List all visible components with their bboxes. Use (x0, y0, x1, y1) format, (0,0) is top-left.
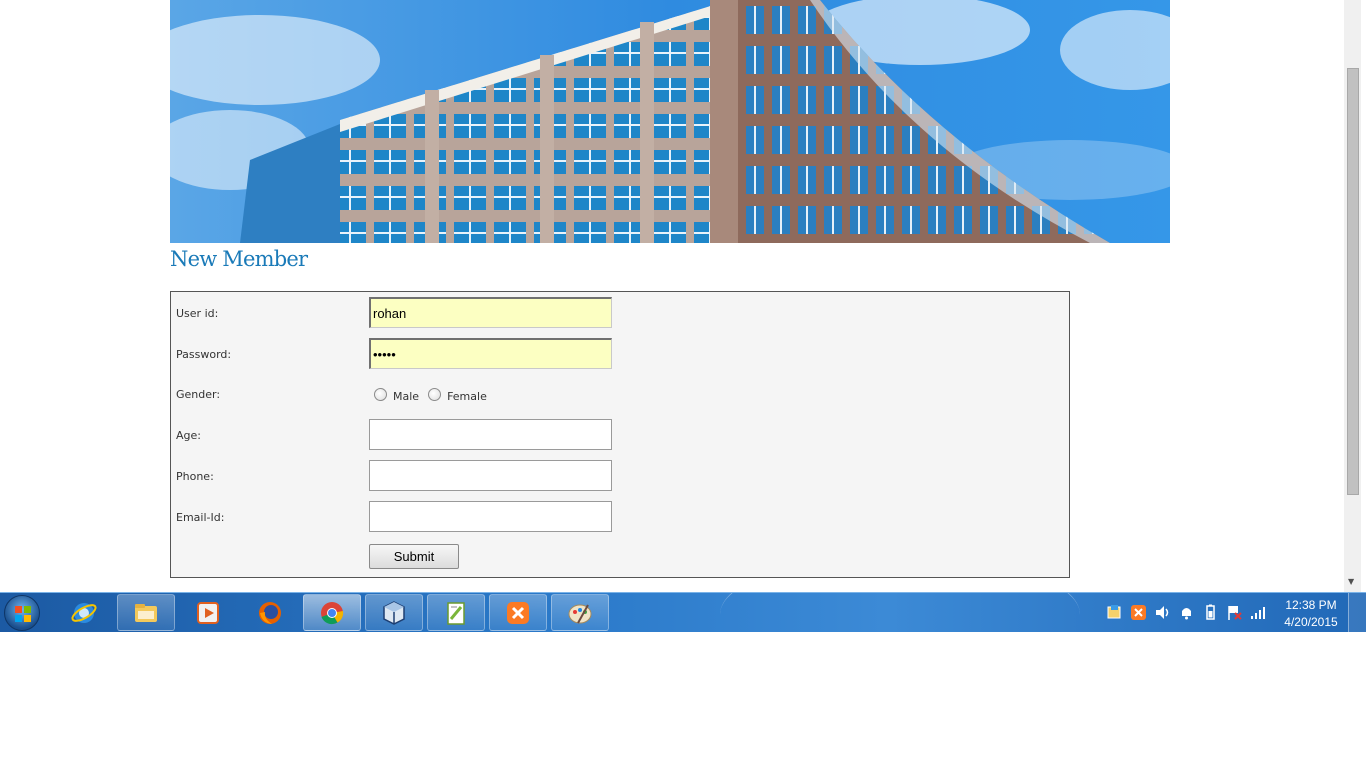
browser-viewport: New Member User id: Password: Gender: Ma… (0, 0, 1366, 592)
new-member-form: User id: Password: Gender: Male Female A… (170, 291, 1070, 578)
xampp-icon (507, 601, 529, 624)
windows-taskbar: 12:38 PM 4/20/2015 (0, 592, 1366, 632)
age-input[interactable] (369, 419, 612, 450)
xampp-tray-icon[interactable] (1129, 603, 1148, 622)
page-title: New Member (170, 247, 308, 271)
internet-explorer-icon (71, 602, 97, 623)
taskbar-xampp[interactable] (489, 594, 547, 631)
gender-male-label: Male (393, 390, 420, 403)
battery-icon[interactable] (1201, 603, 1220, 622)
page-scrollbar[interactable]: ▼ (1344, 0, 1361, 592)
gender-female-radio[interactable] (428, 388, 442, 401)
user-id-label: User id: (176, 307, 219, 320)
password-input[interactable] (369, 338, 612, 369)
clock-time: 12:38 PM (1285, 598, 1337, 612)
taskbar-media-player[interactable] (179, 594, 237, 631)
network-signal-icon[interactable] (1249, 603, 1268, 622)
gender-female-label: Female (447, 390, 487, 403)
volume-icon[interactable] (1153, 603, 1172, 622)
notification-bell-icon[interactable] (1177, 603, 1196, 622)
show-desktop-button[interactable] (1348, 593, 1366, 632)
email-input[interactable] (369, 501, 612, 532)
windows-logo-icon (15, 606, 31, 622)
taskbar-firefox[interactable] (241, 594, 299, 631)
action-center-icon[interactable] (1105, 603, 1124, 622)
taskbar-file-explorer[interactable] (117, 594, 175, 631)
paint-icon (568, 604, 592, 623)
taskbar-internet-explorer[interactable] (55, 594, 113, 631)
user-id-input[interactable] (369, 297, 612, 328)
file-explorer-icon (135, 603, 157, 622)
virtualbox-icon (383, 600, 405, 625)
notepad-plus-plus-icon (447, 601, 465, 625)
scrollbar-thumb[interactable] (1347, 68, 1359, 495)
gender-label: Gender: (176, 388, 221, 401)
phone-input[interactable] (369, 460, 612, 491)
taskbar-chrome[interactable] (303, 594, 361, 631)
gender-male-radio[interactable] (374, 388, 387, 401)
system-tray (1105, 603, 1268, 622)
flag-alert-icon[interactable] (1225, 603, 1244, 622)
age-label: Age: (176, 429, 201, 442)
clock-date: 4/20/2015 (1284, 615, 1338, 629)
email-label: Email-Id: (176, 511, 225, 524)
taskbar-paint[interactable] (551, 594, 609, 631)
phone-label: Phone: (176, 470, 214, 483)
start-button[interactable] (4, 595, 40, 631)
password-label: Password: (176, 348, 232, 361)
taskbar-clock[interactable]: 12:38 PM 4/20/2015 (1278, 597, 1344, 631)
taskbar-notepad-plus-plus[interactable] (427, 594, 485, 631)
taskbar-virtualbox[interactable] (365, 594, 423, 631)
scroll-down-arrow-icon[interactable]: ▼ (1348, 577, 1354, 586)
gender-radio-group: Male Female (374, 388, 496, 403)
header-banner-image (170, 0, 1170, 243)
chrome-icon (321, 601, 344, 624)
firefox-icon (259, 601, 281, 624)
media-player-icon (197, 601, 219, 624)
submit-button[interactable]: Submit (369, 544, 459, 569)
